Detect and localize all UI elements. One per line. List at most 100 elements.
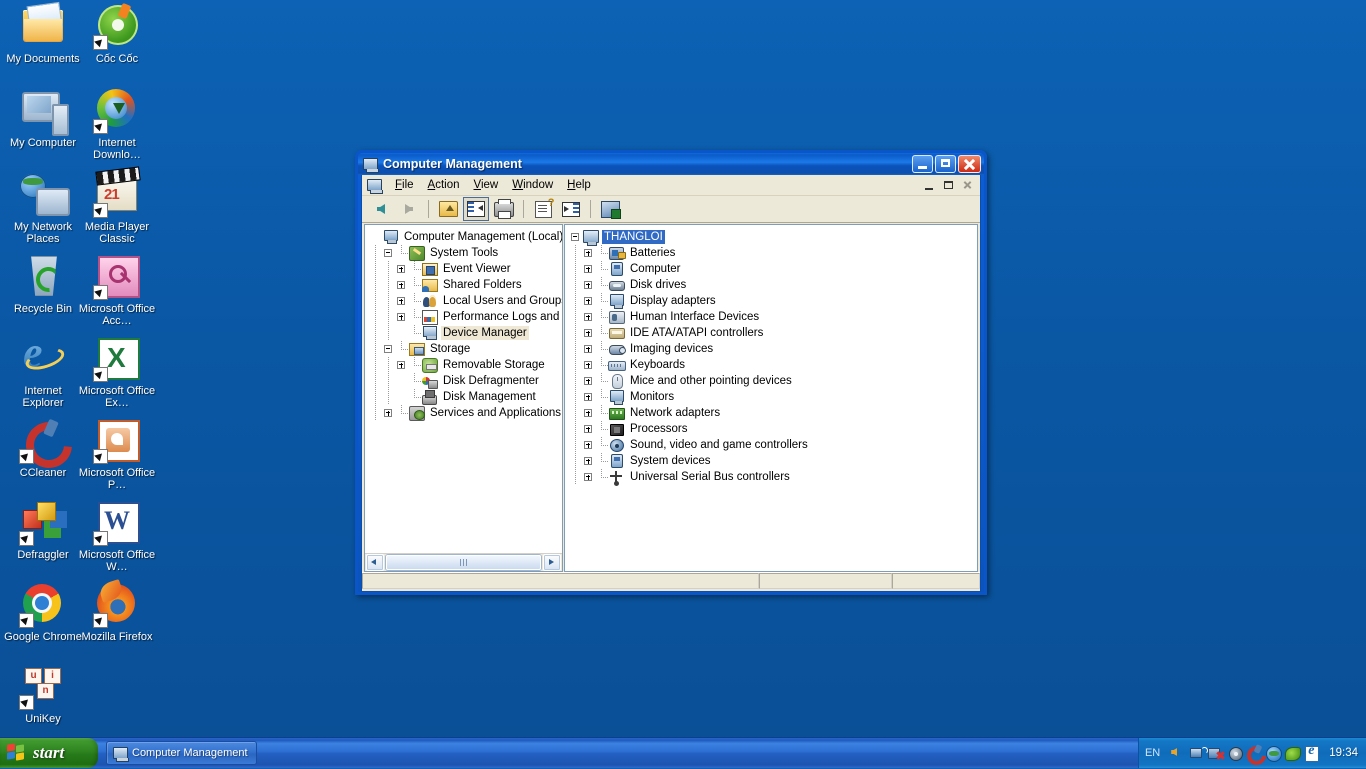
- desktop-icon-defraggler[interactable]: Defraggler: [4, 498, 82, 561]
- expand-plus-icon[interactable]: [395, 309, 408, 325]
- console-tree-row[interactable]: Device Manager: [369, 325, 562, 341]
- console-tree-row[interactable]: Removable Storage: [369, 357, 562, 373]
- ccleaner-tray-icon[interactable]: [1246, 745, 1262, 761]
- device-tree-row[interactable]: Processors: [569, 421, 977, 437]
- desktop-icon-microsoft-office-excel[interactable]: Microsoft Office Ex…: [78, 334, 156, 409]
- device-tree-row[interactable]: IDE ATA/ATAPI controllers: [569, 325, 977, 341]
- desktop-icon-my-network-places[interactable]: My Network Places: [4, 170, 82, 245]
- console-tree-row[interactable]: Computer Management (Local): [369, 229, 562, 245]
- expand-plus-icon[interactable]: [582, 261, 595, 277]
- desktop-icon-internet-explorer[interactable]: Internet Explorer: [4, 334, 82, 409]
- menu-view[interactable]: View: [467, 177, 506, 193]
- expand-plus-icon[interactable]: [582, 405, 595, 421]
- desktop-icon-recycle-bin[interactable]: Recycle Bin: [4, 252, 82, 315]
- back-button[interactable]: [368, 197, 394, 221]
- scan-for-hardware-changes-button[interactable]: [597, 197, 623, 221]
- tree-horizontal-scrollbar[interactable]: [365, 553, 562, 571]
- language-indicator[interactable]: EN: [1145, 747, 1166, 759]
- properties-button[interactable]: [530, 197, 556, 221]
- network-tray-icon[interactable]: [1189, 745, 1205, 761]
- expand-plus-icon[interactable]: [582, 373, 595, 389]
- desktop-icon-microsoft-office-access[interactable]: Microsoft Office Acc…: [78, 252, 156, 327]
- print-button[interactable]: [491, 197, 517, 221]
- menu-window[interactable]: Window: [505, 177, 560, 193]
- collapse-minus-icon[interactable]: [382, 341, 395, 357]
- desktop-icon-media-player-classic[interactable]: Media Player Classic: [78, 170, 156, 245]
- desktop-icon-google-chrome[interactable]: Google Chrome: [4, 580, 82, 643]
- internet-explorer-tray-icon[interactable]: [1303, 745, 1319, 761]
- minimize-button[interactable]: [912, 155, 933, 173]
- expand-plus-icon[interactable]: [395, 277, 408, 293]
- mdi-close-button[interactable]: [959, 177, 977, 194]
- device-tree-row[interactable]: System devices: [569, 453, 977, 469]
- show-hide-action-pane-button[interactable]: [558, 197, 584, 221]
- maximize-button[interactable]: [935, 155, 956, 173]
- scroll-right-button[interactable]: [543, 554, 561, 571]
- console-tree[interactable]: Computer Management (Local)System ToolsE…: [365, 225, 562, 553]
- console-tree-row[interactable]: Performance Logs and Alerts: [369, 309, 562, 325]
- desktop-icon-microsoft-office-powerpoint[interactable]: Microsoft Office P…: [78, 416, 156, 491]
- window-titlebar[interactable]: Computer Management: [358, 153, 984, 175]
- device-tree-row[interactable]: Human Interface Devices: [569, 309, 977, 325]
- device-tree-row[interactable]: Disk drives: [569, 277, 977, 293]
- desktop-icon-my-computer[interactable]: My Computer: [4, 86, 82, 149]
- desktop-icon-my-documents[interactable]: My Documents: [4, 2, 82, 65]
- expand-plus-icon[interactable]: [582, 293, 595, 309]
- expand-plus-icon[interactable]: [582, 245, 595, 261]
- console-tree-row[interactable]: Disk Defragmenter: [369, 373, 562, 389]
- clock[interactable]: 19:34: [1323, 747, 1358, 759]
- device-tree-row[interactable]: Network adapters: [569, 405, 977, 421]
- collapse-minus-icon[interactable]: [569, 229, 582, 245]
- start-button[interactable]: start: [0, 738, 98, 768]
- device-tree-row[interactable]: THANGLOI: [569, 229, 977, 245]
- expand-plus-icon[interactable]: [582, 325, 595, 341]
- console-tree-row[interactable]: Services and Applications: [369, 405, 562, 421]
- console-tree-row[interactable]: Event Viewer: [369, 261, 562, 277]
- device-tree-row[interactable]: Computer: [569, 261, 977, 277]
- horizontal-scroll-thumb[interactable]: [386, 555, 541, 570]
- mdi-restore-button[interactable]: [940, 177, 958, 194]
- device-tree-row[interactable]: Universal Serial Bus controllers: [569, 469, 977, 485]
- nvidia-tray-icon[interactable]: [1284, 745, 1300, 761]
- expand-plus-icon[interactable]: [582, 309, 595, 325]
- expand-plus-icon[interactable]: [395, 293, 408, 309]
- device-manager-detail-pane[interactable]: THANGLOIBatteriesComputerDisk drivesDisp…: [564, 224, 978, 572]
- mdi-minimize-button[interactable]: [921, 177, 939, 194]
- scroll-left-button[interactable]: [366, 554, 384, 571]
- taskbar-button-computer-management[interactable]: Computer Management: [106, 741, 257, 765]
- console-tree-row[interactable]: Local Users and Groups: [369, 293, 562, 309]
- network-disconnected-tray-icon[interactable]: [1208, 745, 1224, 761]
- expand-plus-icon[interactable]: [582, 453, 595, 469]
- system-menu-icon[interactable]: [365, 177, 383, 193]
- expand-plus-icon[interactable]: [582, 469, 595, 485]
- device-tree-row[interactable]: Imaging devices: [569, 341, 977, 357]
- close-button[interactable]: [958, 155, 981, 173]
- device-tree-row[interactable]: Monitors: [569, 389, 977, 405]
- console-tree-row[interactable]: Shared Folders: [369, 277, 562, 293]
- expand-plus-icon[interactable]: [582, 357, 595, 373]
- menu-help[interactable]: Help: [560, 177, 598, 193]
- device-tree-row[interactable]: Batteries: [569, 245, 977, 261]
- idm-tray-icon[interactable]: [1265, 745, 1281, 761]
- collapse-minus-icon[interactable]: [382, 245, 395, 261]
- device-tree-row[interactable]: Sound, video and game controllers: [569, 437, 977, 453]
- disc-tray-icon[interactable]: [1227, 745, 1243, 761]
- expand-plus-icon[interactable]: [395, 357, 408, 373]
- device-tree-row[interactable]: Mice and other pointing devices: [569, 373, 977, 389]
- desktop-icon-internet-download-manager[interactable]: Internet Downlo…: [78, 86, 156, 161]
- expand-plus-icon[interactable]: [582, 341, 595, 357]
- console-tree-row[interactable]: System Tools: [369, 245, 562, 261]
- show-hide-console-tree-button[interactable]: [463, 197, 489, 221]
- device-tree-row[interactable]: Display adapters: [569, 293, 977, 309]
- expand-plus-icon[interactable]: [582, 389, 595, 405]
- expand-plus-icon[interactable]: [382, 405, 395, 421]
- expand-plus-icon[interactable]: [582, 277, 595, 293]
- menu-file[interactable]: File: [388, 177, 421, 193]
- console-tree-row[interactable]: Disk Management: [369, 389, 562, 405]
- desktop-icon-mozilla-firefox[interactable]: Mozilla Firefox: [78, 580, 156, 643]
- desktop-icon-microsoft-office-word[interactable]: Microsoft Office W…: [78, 498, 156, 573]
- volume-tray-icon[interactable]: [1170, 745, 1186, 761]
- menu-action[interactable]: Action: [421, 177, 467, 193]
- desktop-icon-ccleaner[interactable]: CCleaner: [4, 416, 82, 479]
- desktop-icon-unikey[interactable]: uinUniKey: [4, 662, 82, 725]
